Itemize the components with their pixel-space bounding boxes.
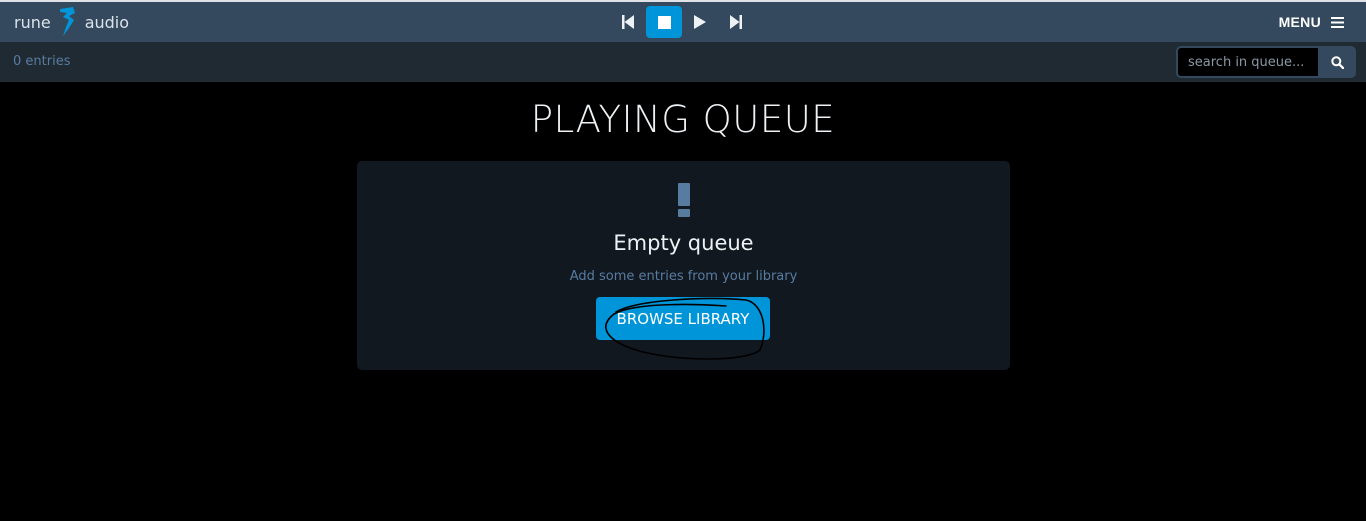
logo-text-audio: audio [84, 12, 130, 32]
stop-icon [657, 15, 671, 29]
page-title: PLAYING QUEUE [530, 98, 836, 141]
previous-icon [622, 15, 634, 29]
entries-count: 0 entries [13, 54, 71, 69]
queue-toolbar: 0 entries [0, 42, 1366, 82]
rune-audio-logo[interactable]: rune audio [14, 2, 129, 42]
logo-mark-icon [59, 7, 75, 36]
menu-label: MENU [1278, 14, 1321, 30]
browse-library-button[interactable]: BROWSE LIBRARY [596, 297, 770, 340]
exclamation-icon [677, 183, 690, 217]
empty-queue-subtitle: Add some entries from your library [569, 269, 798, 284]
next-button[interactable] [718, 6, 754, 38]
hamburger-icon [1331, 16, 1344, 28]
previous-button[interactable] [610, 6, 646, 38]
play-icon [694, 15, 706, 29]
search-button[interactable] [1318, 46, 1356, 78]
search-icon [1330, 55, 1344, 69]
next-icon [730, 15, 742, 29]
stop-button[interactable] [646, 6, 682, 38]
queue-search [1176, 46, 1356, 78]
menu-button[interactable]: MENU [1279, 2, 1344, 42]
top-navbar: rune audio MENU [0, 0, 1366, 42]
logo-text-rune: rune [14, 12, 51, 32]
empty-queue-panel: Empty queue Add some entries from your l… [357, 161, 1010, 370]
search-input[interactable] [1176, 46, 1318, 78]
playback-controls [610, 6, 754, 38]
play-button[interactable] [682, 6, 718, 38]
empty-queue-title: Empty queue [613, 231, 754, 255]
